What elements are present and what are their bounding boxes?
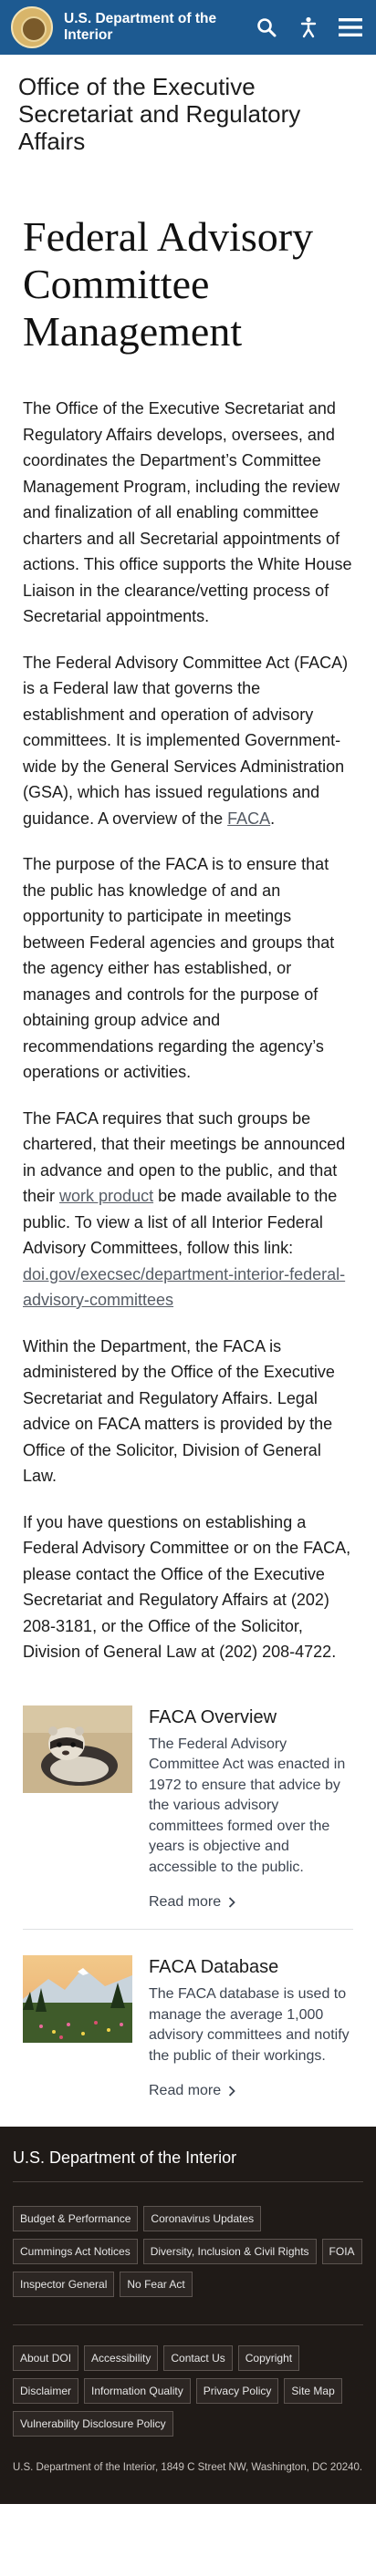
ferret-image[interactable] [23,1705,132,1793]
page-title: Federal Advisory Committee Management [23,213,314,355]
read-more-link[interactable]: Read more [149,1894,235,1911]
card-title[interactable]: FACA Overview [149,1705,353,1729]
footer-title[interactable]: U.S. Department of the Interior [13,2147,363,2182]
footer-divider [13,2324,363,2325]
footer-link-accessibility[interactable]: Accessibility [84,2345,159,2371]
accessibility-icon[interactable] [294,13,323,42]
footer-link-coronavirus-updates[interactable]: Coronavirus Updates [143,2206,262,2231]
footer-link-diversity[interactable]: Diversity, Inclusion & Civil Rights [142,2239,317,2264]
seal-logo[interactable] [11,6,53,48]
main-content: Federal Advisory Committee Management Th… [0,213,376,2117]
office-band: Office of the Executive Secretariat and … [0,55,376,166]
footer-link-site-map[interactable]: Site Map [284,2378,342,2404]
paragraph-faca-law: The Federal Advisory Committee Act (FACA… [23,650,353,832]
read-more-label: Read more [149,2083,222,2098]
footer-link-about-doi[interactable]: About DOI [13,2345,79,2371]
committees-list-link[interactable]: doi.gov/execsec/department-interior-fede… [23,1265,345,1310]
footer-secondary-links: About DOI Accessibility Contact Us Copyr… [13,2345,363,2437]
paragraph-faca-law-end: . [270,809,276,828]
card-list: FACA Overview The Federal Advisory Commi… [23,1705,353,2118]
faca-overview-link[interactable]: FACA [227,809,270,828]
footer-address: U.S. Department of the Interior, 1849 C … [13,2462,363,2473]
footer-link-copyright[interactable]: Copyright [237,2345,300,2371]
paragraph-requirements: The FACA requires that such groups be ch… [23,1106,353,1314]
work-product-link[interactable]: work product [59,1187,153,1205]
site-header: U.S. Department of the Interior [0,0,376,55]
card-body: FACA Overview The Federal Advisory Commi… [149,1705,353,1911]
search-icon[interactable] [252,13,281,42]
office-title[interactable]: Office of the Executive Secretariat and … [18,73,358,155]
footer-primary-links: Budget & Performance Coronavirus Updates… [13,2206,363,2297]
header-actions [252,13,365,42]
menu-icon[interactable] [336,13,365,42]
read-more-link[interactable]: Read more [149,2083,235,2099]
paragraph-purpose: The purpose of the FACA is to ensure tha… [23,855,335,1081]
site-name[interactable]: U.S. Department of the Interior [64,11,237,44]
card-faca-overview: FACA Overview The Federal Advisory Commi… [23,1705,353,1930]
paragraph-faca-law-text: The Federal Advisory Committee Act (FACA… [23,653,349,828]
footer-link-inspector-general[interactable]: Inspector General [13,2272,115,2297]
footer-link-foia[interactable]: FOIA [321,2239,362,2264]
card-text: The FACA database is used to manage the … [149,1986,350,2064]
mountain-meadow-image[interactable] [23,1955,132,2043]
footer-link-privacy-policy[interactable]: Privacy Policy [195,2378,279,2404]
card-title[interactable]: FACA Database [149,1955,353,1979]
chevron-right-icon [229,1897,235,1908]
footer-link-cummings-act[interactable]: Cummings Act Notices [13,2239,138,2264]
footer-link-information-quality[interactable]: Information Quality [84,2378,191,2404]
footer-link-disclaimer[interactable]: Disclaimer [13,2378,79,2404]
card-faca-database: FACA Database The FACA database is used … [23,1929,353,2117]
footer-link-vulnerability-disclosure[interactable]: Vulnerability Disclosure Policy [13,2411,173,2437]
footer-link-contact-us[interactable]: Contact Us [163,2345,233,2371]
footer-link-budget-performance[interactable]: Budget & Performance [13,2206,139,2231]
footer-link-no-fear-act[interactable]: No Fear Act [120,2272,193,2297]
card-text: The Federal Advisory Committee Act was e… [149,1736,346,1875]
paragraph-contact: If you have questions on establishing a … [23,1512,351,1662]
card-body: FACA Database The FACA database is used … [149,1955,353,2099]
site-footer: U.S. Department of the Interior Budget &… [0,2127,376,2504]
paragraph-administration: Within the Department, the FACA is admin… [23,1336,335,1486]
paragraph-intro: The Office of the Executive Secretariat … [23,399,352,625]
read-more-label: Read more [149,1894,222,1910]
chevron-right-icon [229,2086,235,2097]
